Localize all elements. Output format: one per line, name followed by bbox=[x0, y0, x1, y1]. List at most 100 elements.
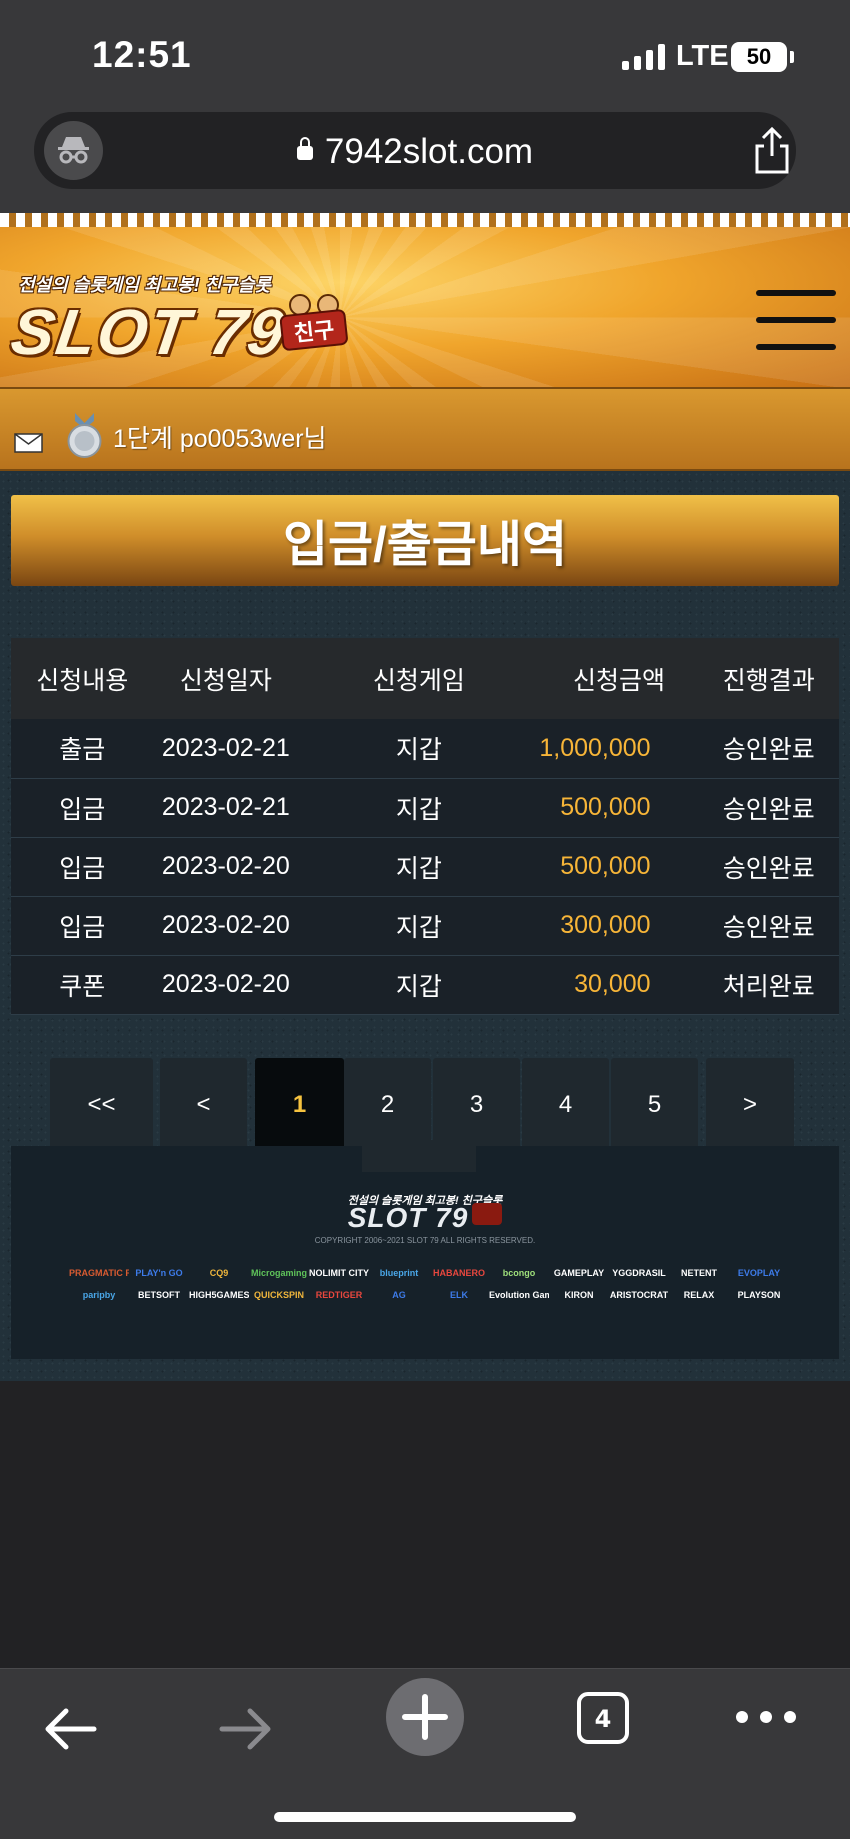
cell-amount: 1,000,000 bbox=[539, 719, 699, 779]
address-bar[interactable]: 7942slot.com bbox=[34, 112, 796, 189]
provider-logo: PLAY'n GO bbox=[135, 1268, 183, 1278]
table-row: 출금 2023-02-21 지갑 1,000,000 승인완료 bbox=[11, 719, 839, 779]
cell-amount: 500,000 bbox=[539, 837, 699, 897]
medal-icon bbox=[66, 413, 103, 459]
provider-logo: PRAGMATIC PLAY bbox=[69, 1268, 129, 1278]
cell-game: 지갑 bbox=[298, 837, 540, 897]
header-amount: 신청금액 bbox=[539, 638, 699, 719]
more-icon[interactable] bbox=[734, 1707, 798, 1727]
page-prev-button[interactable]: < bbox=[160, 1058, 247, 1152]
header-fringe bbox=[0, 213, 850, 227]
signal-icon bbox=[622, 44, 665, 70]
cell-date: 2023-02-20 bbox=[153, 837, 299, 897]
network-type: LTE bbox=[676, 40, 729, 72]
site-footer: 전설의 슬롯게임 최고봉! 친구슬롯 SLOT 79 COPYRIGHT 200… bbox=[11, 1146, 839, 1359]
cell-date: 2023-02-20 bbox=[153, 896, 299, 956]
page-button-2[interactable]: 2 bbox=[344, 1058, 431, 1152]
table-row: 입금 2023-02-20 지갑 500,000 승인완료 bbox=[11, 837, 839, 897]
provider-logo: QUICKSPIN bbox=[253, 1290, 304, 1300]
table-row: 입금 2023-02-21 지갑 500,000 승인완료 bbox=[11, 778, 839, 838]
history-table: 신청내용 신청일자 신청게임 신청금액 진행결과 출금 2023-02-21 지… bbox=[11, 638, 839, 1015]
page-next-button[interactable]: > bbox=[706, 1058, 794, 1152]
back-icon[interactable] bbox=[42, 1699, 98, 1759]
page-title: 입금/출금내역 bbox=[282, 518, 568, 572]
battery-icon: 50 bbox=[731, 42, 787, 72]
footer-logo-badge bbox=[472, 1203, 503, 1225]
provider-logo: AG bbox=[392, 1290, 406, 1300]
page-first-button[interactable]: << bbox=[50, 1058, 153, 1152]
provider-logo: PLAYSON bbox=[737, 1290, 781, 1300]
provider-logo: Microgaming bbox=[250, 1268, 307, 1278]
home-indicator[interactable] bbox=[274, 1812, 576, 1822]
logo-tagline: 전설의 슬롯게임 최고봉! 친구슬롯 bbox=[18, 275, 271, 295]
cell-result: 승인완료 bbox=[698, 719, 839, 779]
provider-logo: YGGDRASIL bbox=[612, 1268, 666, 1278]
lock-icon bbox=[296, 137, 313, 160]
url-display[interactable]: 7942slot.com bbox=[34, 132, 796, 172]
header-result: 진행결과 bbox=[698, 638, 839, 719]
page-button-1[interactable]: 1 bbox=[255, 1058, 344, 1152]
site-header: 전설의 슬롯게임 최고봉! 친구슬롯 SLOT 79 친구 bbox=[0, 213, 850, 387]
provider-logo: NETENT bbox=[681, 1268, 717, 1278]
footer-overlap-block bbox=[362, 1140, 476, 1172]
logo-badge-text: 친구 bbox=[293, 318, 336, 347]
battery-tip bbox=[790, 51, 794, 63]
cell-type: 출금 bbox=[11, 719, 154, 779]
provider-logo: bcongo bbox=[502, 1268, 536, 1278]
provider-logo: RELAX bbox=[683, 1290, 715, 1300]
page-blank-area bbox=[0, 1381, 850, 1668]
cell-type: 입금 bbox=[11, 778, 154, 838]
forward-icon[interactable] bbox=[218, 1699, 274, 1759]
cell-amount: 500,000 bbox=[539, 778, 699, 838]
cell-amount: 300,000 bbox=[539, 896, 699, 956]
provider-logo: EVOPLAY bbox=[737, 1268, 781, 1278]
mail-icon[interactable] bbox=[14, 433, 43, 453]
cell-date: 2023-02-20 bbox=[153, 955, 299, 1015]
footer-logo-text: SLOT 79 bbox=[347, 1202, 469, 1233]
logo-badge: 친구 bbox=[274, 291, 354, 351]
cell-date: 2023-02-21 bbox=[153, 778, 299, 838]
provider-logo: Evolution Gaming bbox=[489, 1290, 549, 1300]
cell-type: 입금 bbox=[11, 896, 154, 956]
provider-logo: GAMEPLAY bbox=[553, 1268, 605, 1278]
cell-result: 승인완료 bbox=[698, 837, 839, 897]
provider-logo: ELK bbox=[450, 1290, 468, 1300]
copyright-text: COPYRIGHT 2006~2021 SLOT 79 ALL RIGHTS R… bbox=[314, 1236, 536, 1245]
provider-logo: BETSOFT bbox=[138, 1290, 180, 1300]
provider-logo: REDTIGER bbox=[315, 1290, 363, 1300]
cell-result: 승인완료 bbox=[698, 778, 839, 838]
url-text: 7942slot.com bbox=[324, 132, 534, 171]
cell-result: 승인완료 bbox=[698, 896, 839, 956]
provider-logo: KIRON bbox=[564, 1290, 594, 1300]
user-bar: 1단계 po0053wer님 bbox=[0, 387, 850, 471]
page-button-5[interactable]: 5 bbox=[611, 1058, 698, 1152]
new-tab-icon[interactable] bbox=[385, 1677, 465, 1757]
cell-game: 지갑 bbox=[298, 719, 540, 779]
title-banner: 입금/출금내역 bbox=[11, 495, 839, 586]
table-row: 쿠폰 2023-02-20 지갑 30,000 처리완료 bbox=[11, 955, 839, 1015]
provider-logos: PRAGMATIC PLAY PLAY'n GO CQ9 Microgaming… bbox=[69, 1268, 789, 1300]
page-button-3[interactable]: 3 bbox=[433, 1058, 520, 1152]
cell-type: 입금 bbox=[11, 837, 154, 897]
table-row: 입금 2023-02-20 지갑 300,000 승인완료 bbox=[11, 896, 839, 956]
footer-logo: SLOT 79 bbox=[11, 1202, 839, 1234]
cell-type: 쿠폰 bbox=[11, 955, 154, 1015]
status-bar: 12:51 LTE 50 bbox=[0, 0, 850, 110]
header-game: 신청게임 bbox=[298, 638, 540, 719]
cell-amount: 30,000 bbox=[539, 955, 699, 1015]
menu-icon[interactable] bbox=[756, 290, 836, 350]
provider-logo: CQ9 bbox=[209, 1268, 229, 1278]
provider-logo: NOLIMIT CITY bbox=[309, 1268, 369, 1278]
cell-game: 지갑 bbox=[298, 955, 540, 1015]
header-date: 신청일자 bbox=[153, 638, 299, 719]
status-time: 12:51 bbox=[92, 34, 192, 75]
table-header-row: 신청내용 신청일자 신청게임 신청금액 진행결과 bbox=[11, 638, 839, 719]
provider-logo: HIGH5GAMES bbox=[189, 1290, 249, 1300]
site-logo[interactable]: SLOT 79 bbox=[7, 295, 291, 369]
pagination: << < 1 2 3 4 5 > bbox=[50, 1058, 794, 1152]
page-button-4[interactable]: 4 bbox=[522, 1058, 609, 1152]
share-icon[interactable] bbox=[750, 126, 794, 176]
tabs-icon[interactable]: 4 bbox=[576, 1691, 630, 1745]
cell-game: 지갑 bbox=[298, 896, 540, 956]
provider-logo: HABANERO bbox=[432, 1268, 485, 1278]
